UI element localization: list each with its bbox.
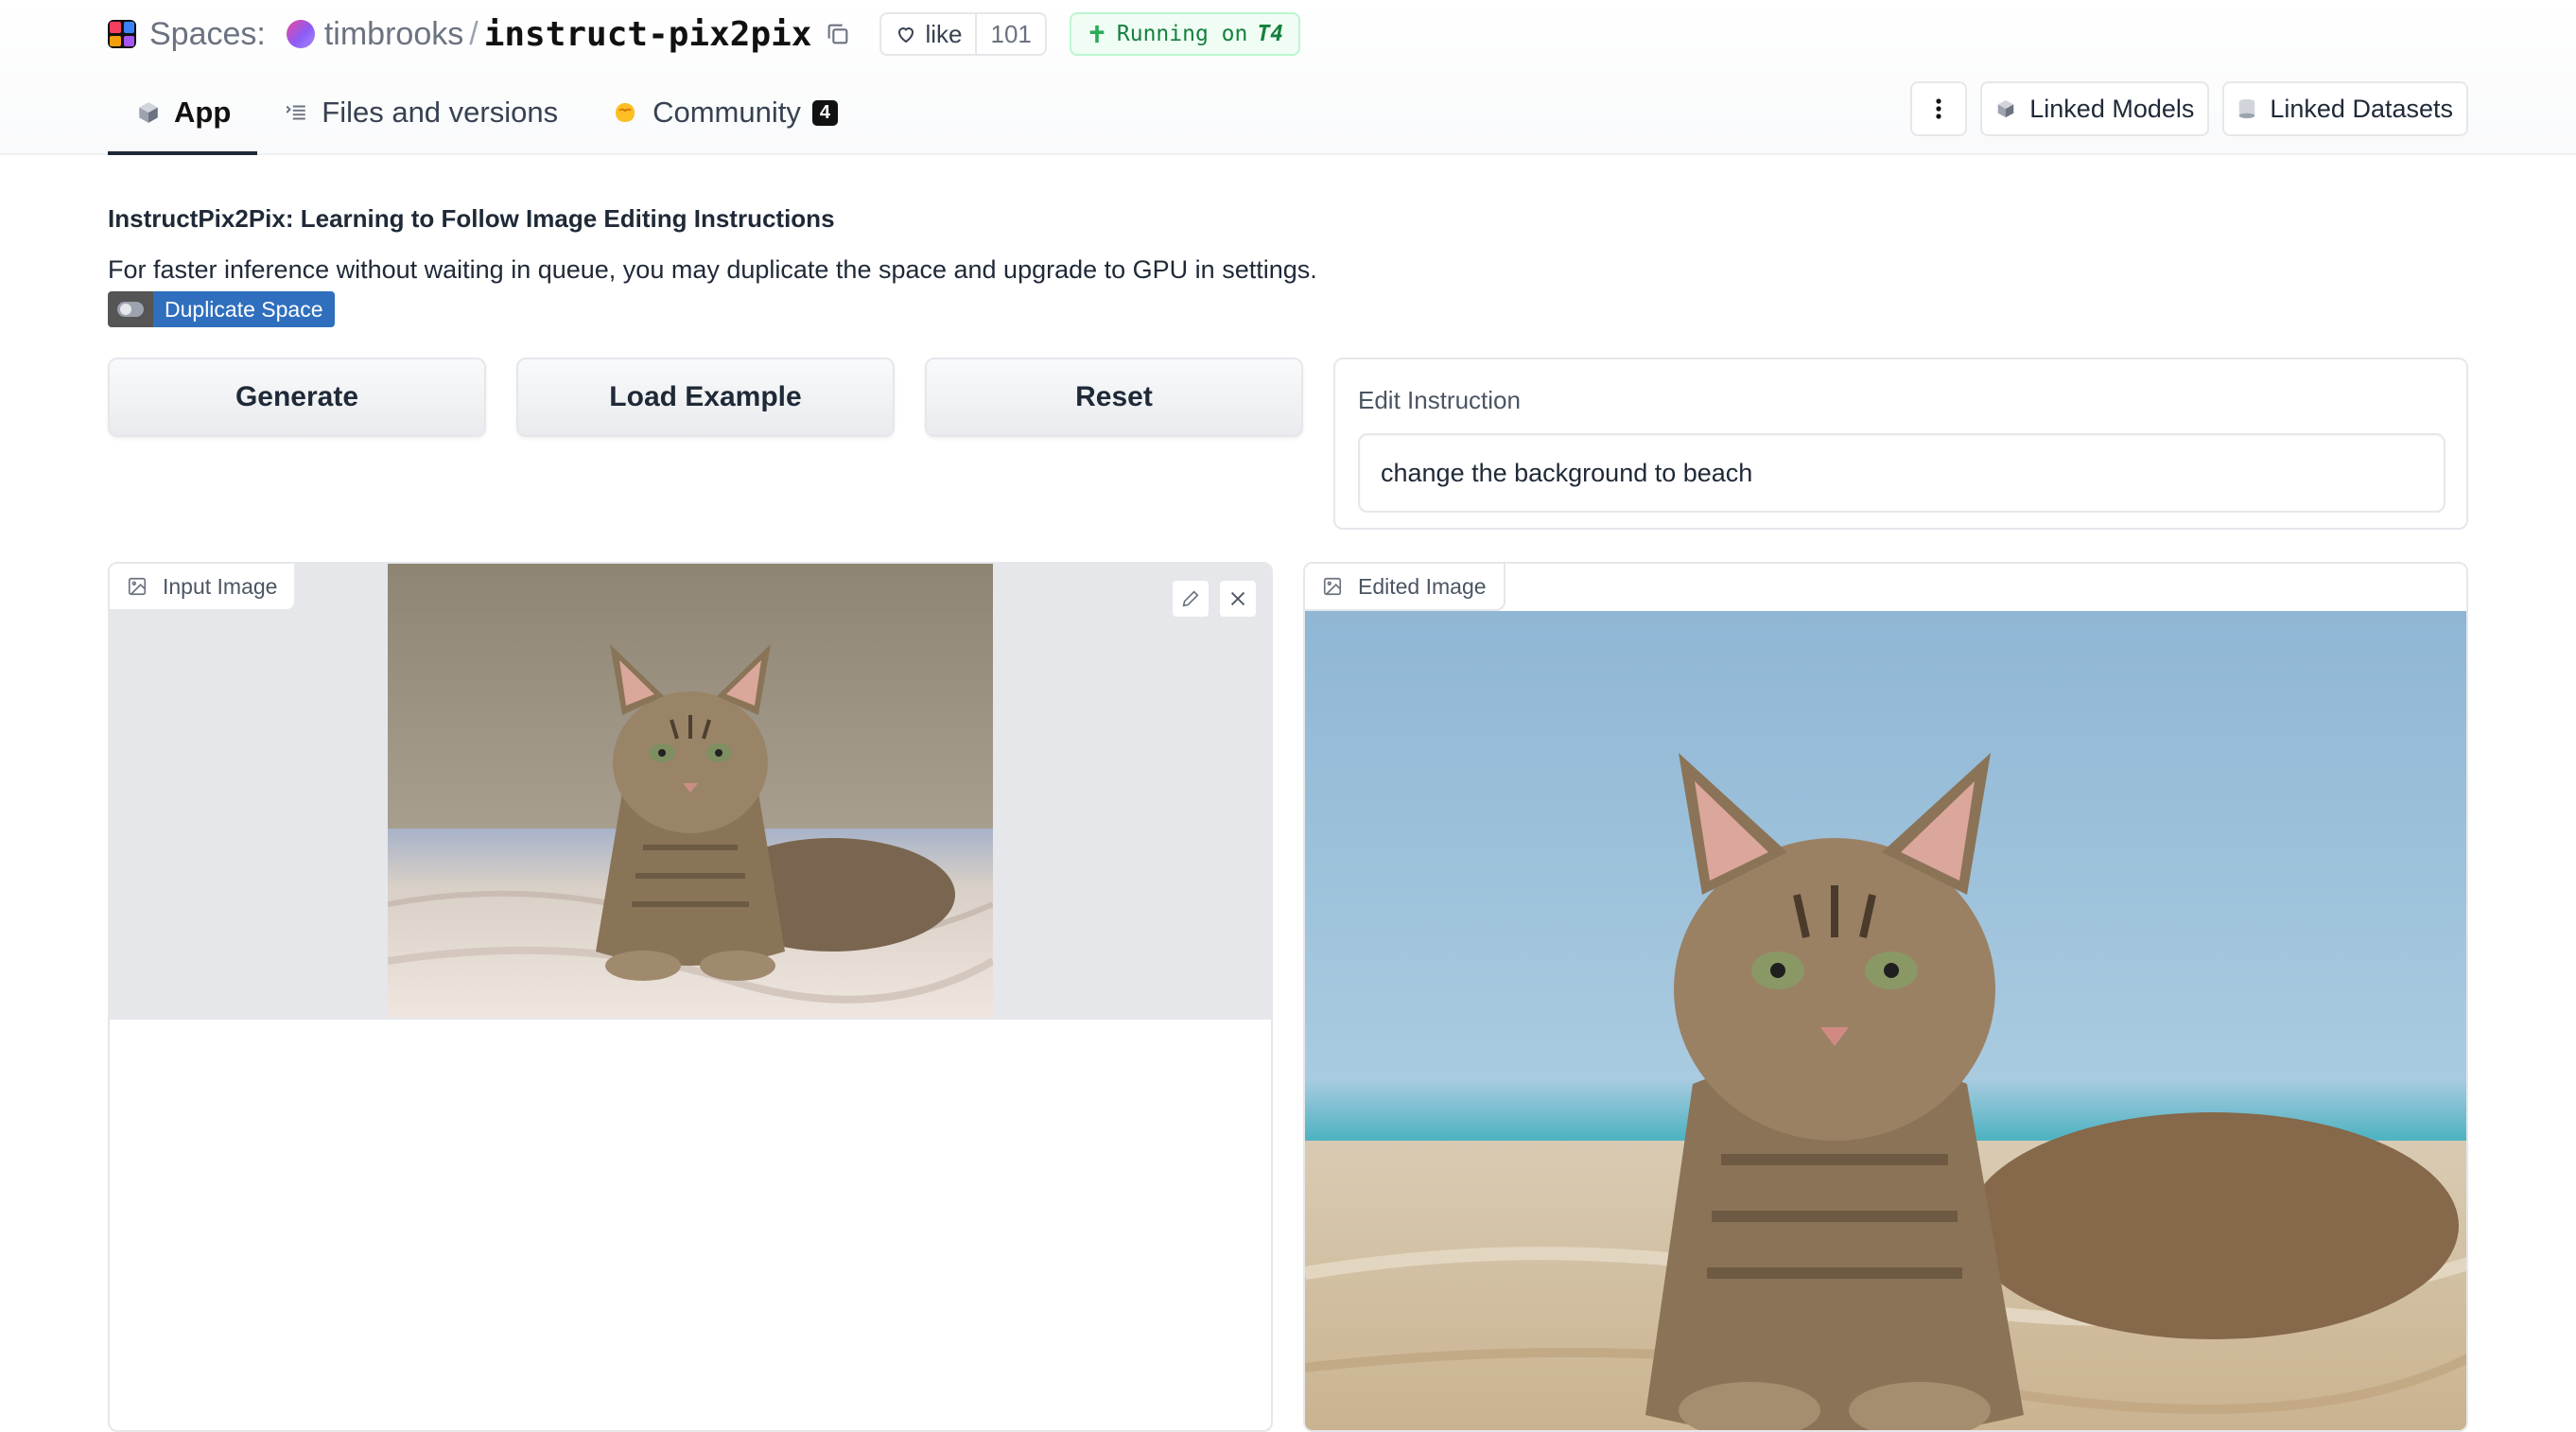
edited-image-label-tag: Edited Image	[1305, 564, 1506, 611]
kebab-menu-icon	[1936, 98, 1941, 119]
tab-files-and-versions[interactable]: Files and versions	[257, 74, 584, 155]
hardware-icon	[1089, 25, 1105, 44]
owner-link[interactable]: timbrooks	[324, 16, 463, 53]
model-cube-icon	[1998, 99, 2014, 118]
duplicate-space-badge[interactable]: Duplicate Space	[108, 291, 335, 327]
like-button[interactable]: like	[881, 14, 978, 54]
image-icon	[1323, 577, 1342, 596]
edited-image-label: Edited Image	[1358, 573, 1487, 599]
duplicate-space-label: Duplicate Space	[153, 291, 335, 327]
edit-instruction-label: Edit Instruction	[1358, 386, 1521, 414]
image-icon	[128, 577, 147, 596]
edited-image-panel: Edited Image	[1303, 562, 2468, 1432]
like-label: like	[925, 19, 963, 48]
community-icon	[616, 103, 635, 122]
input-cat-photo	[388, 564, 993, 1018]
like-count[interactable]: 101	[977, 14, 1044, 54]
space-tabs: App Files and versions Community 4	[108, 74, 864, 155]
running-hardware: T4	[1257, 22, 1284, 46]
copy-icon[interactable]	[825, 21, 851, 47]
more-options-button[interactable]	[1910, 81, 1968, 136]
running-status-badge[interactable]: Running on T4	[1069, 12, 1301, 56]
header-actions: Linked Models Linked Datasets	[1910, 81, 2468, 136]
linked-models-button[interactable]: Linked Models	[1980, 81, 2210, 136]
linked-datasets-label: Linked Datasets	[2270, 94, 2453, 123]
pencil-icon	[1182, 590, 1199, 607]
input-image-label: Input Image	[163, 573, 278, 599]
tab-app[interactable]: App	[108, 74, 258, 155]
running-prefix: Running on	[1116, 22, 1248, 46]
close-icon	[1230, 591, 1245, 606]
files-icon	[286, 105, 306, 120]
input-image-canvas[interactable]	[110, 564, 1271, 1020]
clear-image-button[interactable]	[1218, 579, 1258, 619]
input-image-panel: Input Image	[108, 562, 1273, 1432]
reset-button[interactable]: Reset	[925, 358, 1303, 437]
spaces-link[interactable]: Spaces:	[149, 16, 266, 53]
linked-datasets-button[interactable]: Linked Datasets	[2222, 81, 2468, 136]
database-icon	[2239, 98, 2255, 119]
heart-icon	[898, 27, 914, 44]
duplicate-toggle-icon	[108, 291, 153, 327]
edited-cat-photo	[1305, 611, 2466, 1430]
path-separator: /	[469, 15, 479, 52]
generate-button[interactable]: Generate	[108, 358, 486, 437]
spaces-logo-icon[interactable]	[108, 20, 136, 48]
edit-instruction-block: Edit Instruction	[1333, 358, 2468, 530]
tab-community-label: Community	[653, 96, 801, 129]
space-title-row: Spaces: timbrooks / instruct-pix2pix lik…	[108, 11, 1301, 57]
tab-community[interactable]: Community 4	[584, 74, 864, 155]
cube-icon	[139, 102, 158, 123]
space-header: Spaces: timbrooks / instruct-pix2pix lik…	[0, 0, 2576, 155]
edit-image-button[interactable]	[1171, 579, 1210, 619]
app-title: InstructPix2Pix: Learning to Follow Imag…	[108, 204, 835, 233]
tab-app-label: App	[174, 96, 232, 129]
linked-models-label: Linked Models	[2029, 94, 2195, 123]
community-count-badge: 4	[811, 99, 838, 126]
repo-name[interactable]: instruct-pix2pix	[484, 15, 812, 54]
input-image-label-tag: Input Image	[110, 564, 297, 611]
app-description: For faster inference without waiting in …	[108, 255, 1317, 284]
edit-instruction-input[interactable]	[1358, 433, 2445, 513]
like-group: like 101	[879, 12, 1047, 56]
load-example-button[interactable]: Load Example	[516, 358, 895, 437]
tab-files-label: Files and versions	[322, 96, 559, 129]
owner-avatar[interactable]	[286, 20, 315, 48]
image-tools	[1171, 579, 1258, 619]
